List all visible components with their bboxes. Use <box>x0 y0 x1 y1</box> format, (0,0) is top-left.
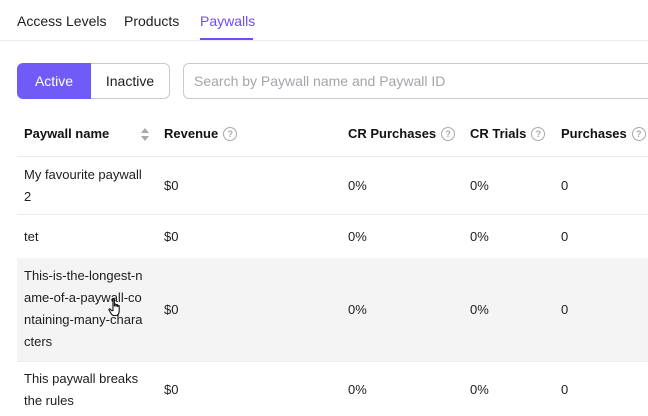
sort-arrows-icon[interactable] <box>141 128 149 142</box>
revenue-cell: $0 <box>164 302 179 317</box>
paywall-name-cell[interactable]: tet <box>24 226 152 248</box>
cr-trials-cell: 0% <box>470 178 489 193</box>
revenue-cell: $0 <box>164 382 179 397</box>
tab-access-levels[interactable]: Access Levels <box>17 12 106 30</box>
question-circle-icon[interactable]: ? <box>223 127 238 141</box>
cr-trials-cell: 0% <box>470 302 489 317</box>
cr-trials-cell: 0% <box>470 382 489 397</box>
revenue-cell: $0 <box>164 178 179 193</box>
question-circle-icon[interactable]: ? <box>531 127 546 141</box>
purchases-cell: 0 <box>561 229 569 244</box>
column-header-label: Purchases <box>561 126 627 141</box>
cr-purchases-cell: 0% <box>348 178 367 193</box>
cr-trials-cell: 0% <box>470 229 489 244</box>
column-header-cr-trials: CR Trials ? <box>470 126 546 142</box>
paywall-name-cell[interactable]: My favourite paywall 2 <box>24 164 152 208</box>
search-input[interactable] <box>183 63 648 99</box>
row-divider <box>17 214 648 215</box>
purchases-cell: 0 <box>561 302 569 317</box>
inactive-filter-button[interactable]: Inactive <box>91 63 170 99</box>
hand-pointer-icon <box>108 298 120 317</box>
active-tab-indicator <box>200 38 253 40</box>
column-header-label: CR Trials <box>470 126 527 141</box>
column-header-label: Revenue <box>164 126 219 141</box>
status-filter: Active Inactive <box>17 63 170 99</box>
paywall-name-cell[interactable]: This-is-the-longest-name-of-a-paywall-co… <box>24 265 148 353</box>
cr-purchases-cell: 0% <box>348 302 367 317</box>
tab-products[interactable]: Products <box>124 12 179 30</box>
column-header-label: Paywall name <box>24 126 110 141</box>
column-header-cr-purchases: CR Purchases ? <box>348 126 456 142</box>
question-circle-icon[interactable]: ? <box>441 127 456 141</box>
column-header-paywall-name[interactable]: Paywall name <box>24 126 109 142</box>
revenue-cell: $0 <box>164 229 179 244</box>
tab-paywalls[interactable]: Paywalls <box>200 12 255 30</box>
paywall-name-cell[interactable]: This paywall breaks the rules <box>24 368 152 412</box>
cr-purchases-cell: 0% <box>348 382 367 397</box>
active-filter-button[interactable]: Active <box>17 63 91 99</box>
cr-purchases-cell: 0% <box>348 229 367 244</box>
row-divider <box>17 361 648 362</box>
column-header-purchases: Purchases ? <box>561 126 646 142</box>
column-header-label: CR Purchases <box>348 126 437 141</box>
row-divider <box>17 156 648 157</box>
question-circle-icon[interactable]: ? <box>631 127 646 141</box>
top-tabs: Access Levels Products Paywalls <box>0 0 648 41</box>
column-header-revenue: Revenue ? <box>164 126 238 142</box>
purchases-cell: 0 <box>561 382 569 397</box>
purchases-cell: 0 <box>561 178 569 193</box>
